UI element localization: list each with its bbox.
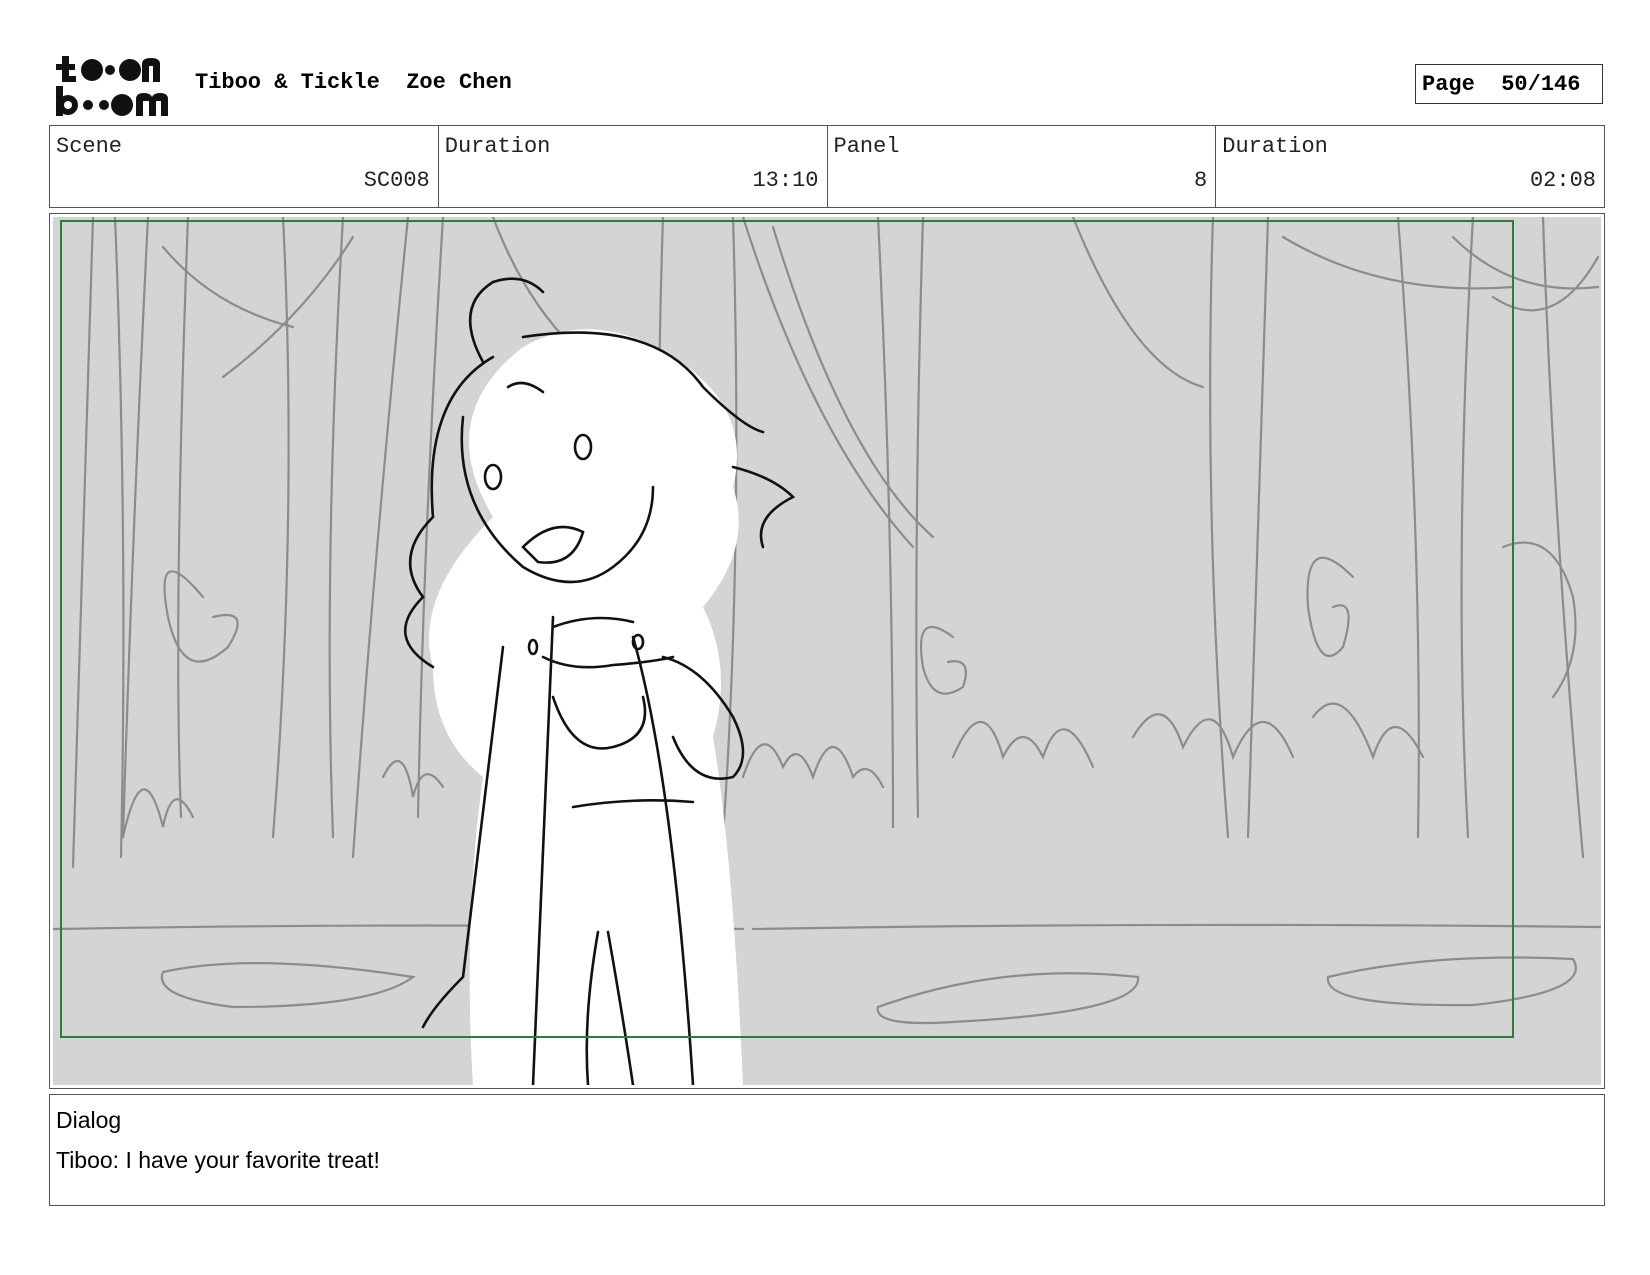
panel-duration-cell: Duration 02:08: [1216, 126, 1604, 207]
project-title: Tiboo & Tickle Zoe Chen: [195, 70, 512, 95]
scene-duration-cell: Duration 13:10: [439, 126, 828, 207]
dialog-box: Dialog Tiboo: I have your favorite treat…: [49, 1094, 1605, 1206]
scene-duration-value: 13:10: [752, 168, 819, 193]
panel-duration-value: 02:08: [1529, 168, 1596, 193]
scene-cell: Scene SC008: [50, 126, 439, 207]
scene-info-table: Scene SC008 Duration 13:10 Panel 8 Durat…: [49, 125, 1605, 208]
panel-cell: Panel 8: [828, 126, 1217, 207]
toonboom-logo: [56, 56, 168, 116]
panel-duration-label: Duration: [1222, 134, 1328, 159]
storyboard-sketch-image: [53, 217, 1601, 1085]
scene-label: Scene: [56, 134, 123, 159]
scene-duration-label: Duration: [444, 134, 551, 159]
storyboard-panel: [49, 213, 1605, 1089]
dialog-label: Dialog: [56, 1107, 122, 1133]
page-indicator: Page 50/146: [1415, 64, 1603, 104]
dialog-text: Tiboo: I have your favorite treat!: [56, 1147, 380, 1173]
panel-value: 8: [1194, 168, 1208, 193]
scene-value: SC008: [363, 168, 430, 193]
panel-label: Panel: [833, 134, 900, 159]
